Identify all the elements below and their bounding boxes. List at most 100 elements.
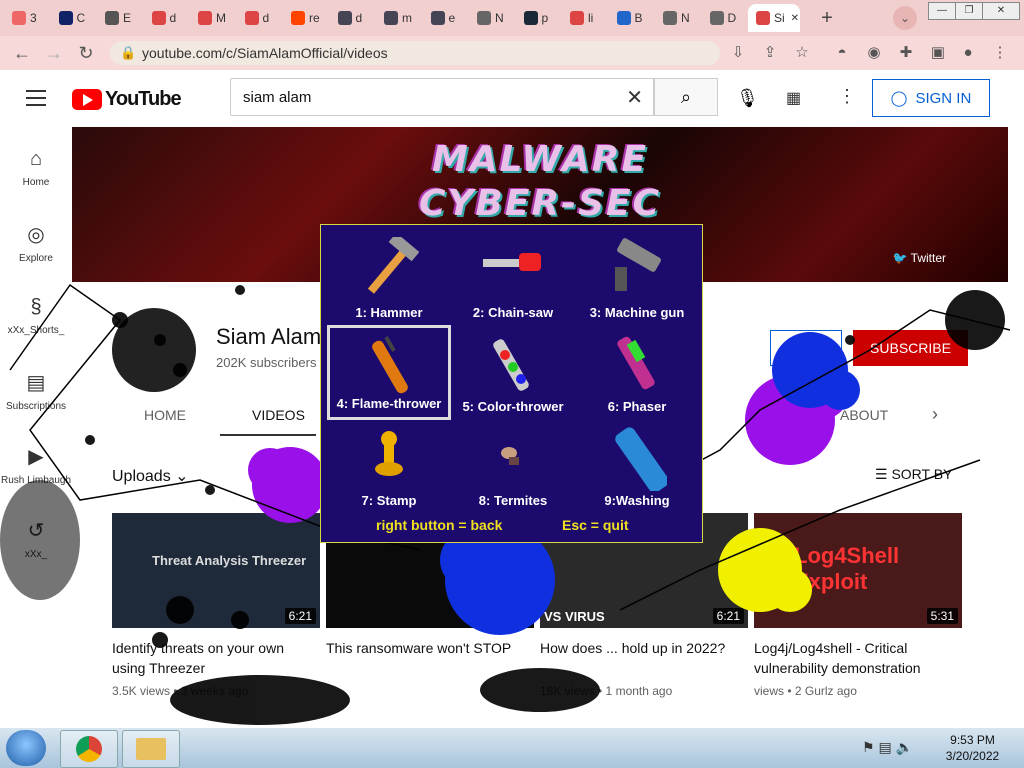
sign-in-label: SIGN IN (915, 89, 972, 107)
network-icon: ▤ (878, 739, 892, 755)
sign-in-button[interactable]: ◯ SIGN IN (872, 79, 990, 117)
search-button[interactable]: ⌕ (654, 78, 718, 116)
browser-tab[interactable]: Si ✕ (748, 4, 800, 32)
start-button[interactable] (6, 730, 46, 766)
reload-icon[interactable]: ↻ (74, 41, 98, 65)
steam-icon (523, 11, 538, 25)
menu-icon[interactable] (26, 90, 46, 111)
youtube-logo-text: YouTube (105, 88, 182, 110)
browser-tab-title: e (448, 11, 456, 25)
home-icon: ⌂ (29, 148, 43, 170)
profile-icon[interactable]: ● (958, 43, 978, 63)
clock-time: 9:53 PM (950, 733, 995, 747)
sidebar-item[interactable]: ⌂ Home (0, 148, 72, 188)
address-bar[interactable]: 🔒 youtube.com/c/SiamAlamOfficial/videos (110, 41, 720, 65)
color-thrower-icon (493, 339, 529, 391)
share-icon[interactable]: ⇪ (760, 43, 780, 63)
windows-taskbar: ⚑ ▤ 🔈 9:53 PM 3/20/2022 (0, 728, 1024, 768)
tool-option[interactable]: 1: Hammer (327, 231, 451, 326)
sidebar-item[interactable]: ◎ Explore (0, 222, 72, 264)
globe-icon (709, 11, 724, 25)
youtube-logo[interactable]: YouTube (72, 88, 182, 111)
tool-option-label: 9:Washing (604, 493, 670, 508)
paint-icon (756, 11, 770, 25)
browser-tab[interactable]: E (97, 4, 144, 32)
microphone-icon[interactable]: 🎙 (736, 88, 759, 109)
pencil-app-icon (12, 11, 26, 25)
tool-picker-dialog: 1: Hammer 2: Chain-saw 3: Machine gun 4: Fl… (320, 224, 703, 543)
browser-tab[interactable]: C (51, 4, 98, 32)
browser-tab[interactable]: d (144, 4, 191, 32)
browser-tab-title: d (355, 11, 363, 25)
extensions-puzzle-icon[interactable]: ✚ (896, 43, 916, 63)
virtualbox-icon (384, 11, 398, 25)
system-tray[interactable]: ⚑ ▤ 🔈 (862, 739, 913, 756)
extension-cat-icon[interactable]: ◉ (864, 43, 884, 63)
tool-option[interactable]: 5: Color-thrower (451, 325, 575, 420)
chrome-menu-icon[interactable]: ⋮ (990, 43, 1010, 63)
browser-tab[interactable]: p (516, 4, 563, 32)
search-input[interactable]: siam alam ✕ (230, 78, 654, 116)
system-clock[interactable]: 9:53 PM 3/20/2022 (935, 732, 1010, 764)
browser-toolbar: ← → ↻ 🔒 youtube.com/c/SiamAlamOfficial/v… (0, 36, 1024, 70)
explorer-taskbar-button[interactable] (122, 730, 180, 768)
tool-option[interactable]: 8: Termites (451, 419, 575, 514)
install-icon[interactable]: ⇩ (728, 43, 748, 63)
browser-tab[interactable]: N (469, 4, 516, 32)
close-window-button[interactable]: ✕ (982, 2, 1020, 20)
minimize-button[interactable]: — (928, 2, 956, 20)
browser-tab-title: N (495, 11, 504, 25)
browser-tab-title: M (216, 11, 226, 25)
tab-search-icon[interactable]: ⌄ (893, 6, 917, 30)
tool-option[interactable]: 3: Machine gun (575, 231, 699, 326)
browser-tab-title: re (309, 11, 320, 25)
twitter-link[interactable]: 🐦 Twitter (893, 251, 946, 265)
clear-search-icon[interactable]: ✕ (626, 85, 643, 110)
browser-tab[interactable]: D (702, 4, 749, 32)
tool-option[interactable]: 7: Stamp (327, 419, 451, 514)
youtube-play-icon (72, 89, 102, 110)
lock-icon: 🔒 (120, 45, 137, 60)
browser-tab-title: D (727, 11, 737, 25)
chainsaw-icon (483, 253, 541, 271)
browser-tab[interactable]: d (330, 4, 377, 32)
browser-tab[interactable]: d (237, 4, 284, 32)
bookmark-star-icon[interactable]: ☆ (792, 43, 812, 63)
browser-tab-title: d (169, 11, 177, 25)
browser-tab[interactable]: li (562, 4, 609, 32)
bitview-icon (616, 11, 631, 25)
browser-tab[interactable]: m (376, 4, 423, 32)
chrome-taskbar-button[interactable] (60, 730, 118, 768)
flag-icon: ⚑ (862, 739, 875, 755)
extension-hat-icon[interactable]: ◓ (832, 43, 852, 63)
compass-icon: ◎ (27, 224, 45, 246)
browser-tab-title: li (588, 11, 594, 25)
browser-tab[interactable]: re (283, 4, 330, 32)
close-tab-icon[interactable]: ✕ (791, 13, 799, 24)
settings-more-icon[interactable]: ⋮ (838, 86, 856, 107)
browser-tab[interactable]: N (655, 4, 702, 32)
sidebar-item-label: Explore (19, 253, 53, 264)
browser-tab[interactable]: B (609, 4, 656, 32)
maximize-button[interactable]: ❐ (955, 2, 983, 20)
twitter-label: Twitter (910, 251, 946, 265)
forward-arrow-icon[interactable]: → (42, 41, 66, 65)
browser-tab[interactable]: 3 (4, 4, 51, 32)
side-panel-icon[interactable]: ▣ (928, 43, 948, 63)
new-tab-button[interactable]: + (815, 6, 839, 30)
tool-option[interactable]: 9:Washing (575, 419, 699, 514)
browser-tab[interactable]: M (190, 4, 237, 32)
tool-option[interactable]: 2: Chain-saw (451, 231, 575, 326)
browser-tab-title: p (541, 11, 549, 25)
tool-option[interactable]: 4: Flame-thrower (327, 325, 451, 420)
tool-option[interactable]: 6: Phaser (575, 325, 699, 420)
browser-tab[interactable]: e (423, 4, 470, 32)
paint-icon (198, 11, 212, 25)
back-arrow-icon[interactable]: ← (10, 41, 34, 65)
stamp-icon (375, 431, 403, 476)
tool-option-label: 5: Color-thrower (462, 399, 564, 414)
volume-icon: 🔈 (895, 739, 914, 755)
globe-icon (477, 11, 491, 25)
cursor-icon (58, 11, 73, 25)
apps-grid-icon[interactable]: ▦ (786, 88, 801, 108)
